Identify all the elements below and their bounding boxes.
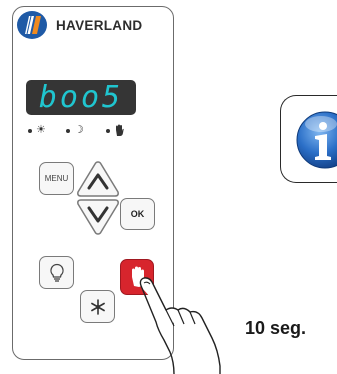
pressing-hand-illustration (139, 277, 221, 374)
brand: HAVERLAND (16, 10, 142, 40)
light-button[interactable] (39, 256, 74, 289)
indicator-dot (28, 129, 32, 133)
lcd-display: boo5 (26, 80, 136, 115)
ok-button-label: OK (130, 209, 145, 219)
info-icon (296, 111, 337, 169)
ok-button[interactable]: OK (120, 198, 155, 230)
display-value: boo5 (38, 80, 124, 115)
mode-indicators: ☀ ☽ (26, 123, 166, 139)
indicator-dot (66, 129, 70, 133)
indicator-dot (106, 129, 110, 133)
menu-button[interactable]: MENU (39, 162, 74, 195)
haverland-logo-icon (17, 11, 47, 39)
duration-label: 10 seg. (245, 318, 307, 338)
sun-icon: ☀ (36, 123, 46, 136)
frost-protection-button[interactable] (80, 290, 115, 323)
info-box (280, 95, 337, 183)
hand-icon (116, 124, 124, 136)
moon-icon: ☽ (74, 123, 84, 136)
lightbulb-icon (49, 263, 64, 282)
menu-button-label: MENU (44, 174, 69, 183)
down-arrow-button[interactable] (74, 196, 122, 238)
brand-name: HAVERLAND (56, 17, 143, 33)
snowflake-icon (90, 298, 105, 315)
up-arrow-button[interactable] (74, 158, 122, 200)
